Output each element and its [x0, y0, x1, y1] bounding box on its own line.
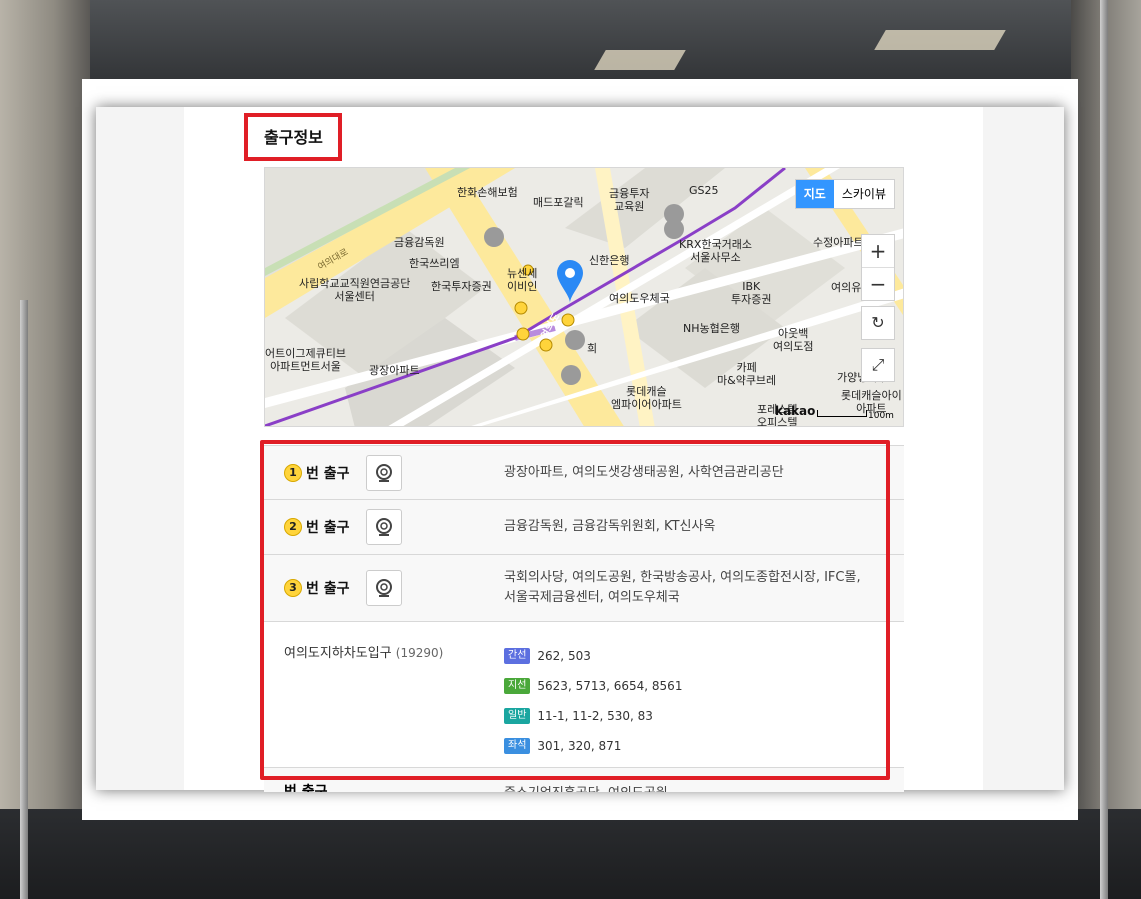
- handrail-pole: [1100, 0, 1108, 899]
- map-label: 아웃백 여의도점: [773, 327, 814, 353]
- map-label: 매드포갈릭: [533, 196, 584, 209]
- map-label: 사립학교교직원연금공단 서울센터: [299, 277, 411, 303]
- zoom-control: + −: [861, 234, 895, 301]
- map-label: 신한은행: [589, 254, 630, 267]
- station-map[interactable]: 한화손해보험 매드포갈릭 금융투자 교육원 GS25 금융감독원 한국쓰리엠 K…: [264, 167, 904, 427]
- map-label: 수정아파트: [813, 236, 864, 249]
- fullscreen-button[interactable]: ⤢: [861, 348, 895, 382]
- map-label: 카페 마&약쿠브레: [717, 361, 777, 387]
- map-label: KRX한국거래소 서울사무소: [679, 238, 752, 264]
- expand-icon: ⤢: [871, 355, 885, 374]
- map-label: 한화손해보험: [457, 186, 518, 199]
- map-label: 여의도우체국: [609, 292, 670, 305]
- map-label: 여의유: [831, 281, 862, 294]
- highlight-exits-box: [260, 440, 890, 780]
- exit-label: 번 출구: [284, 784, 328, 792]
- train-left-wall: [0, 0, 90, 899]
- skyview-button[interactable]: 스카이뷰: [834, 180, 894, 208]
- map-label: 한국쓰리엠: [409, 257, 460, 270]
- map-scale-label: 100m: [868, 411, 894, 421]
- map-view-button[interactable]: 지도: [795, 180, 834, 208]
- map-label: 금융감독원: [394, 236, 445, 249]
- map-label: NH농협은행: [683, 322, 740, 335]
- map-label: 광장아파트: [369, 364, 420, 377]
- map-label: IBK 투자증권: [731, 280, 772, 306]
- ceiling-light: [594, 50, 686, 70]
- map-scale-bar: [817, 410, 867, 417]
- content-card: 출구정보 한화손해보험 매드포갈릭 금융투자 교육원 GS25 금융감독원 한국…: [82, 79, 1078, 820]
- exit-places: 중소기업진흥공단, 여의도공원: [504, 782, 668, 792]
- refresh-button[interactable]: ↻: [861, 306, 895, 340]
- map-label: 금융투자 교육원: [609, 187, 650, 213]
- map-label: 한국투자증권: [431, 280, 492, 293]
- ceiling-light: [874, 30, 1006, 50]
- train-floor: [0, 809, 1141, 899]
- map-label: GS25: [689, 184, 719, 197]
- handrail-pole: [20, 300, 28, 899]
- zoom-out-button[interactable]: −: [862, 268, 894, 300]
- map-label: 어트이그제큐티브 아파트먼트서울: [265, 347, 346, 373]
- highlight-title-box: [244, 113, 342, 161]
- map-brand-logo: kakao: [775, 404, 816, 418]
- map-type-toggle[interactable]: 지도 스카이뷰: [794, 179, 895, 209]
- refresh-icon: ↻: [871, 313, 885, 332]
- map-label: 뉴센세 이비인: [507, 267, 538, 293]
- map-label: 롯데캐슬 엠파이어아파트: [611, 385, 682, 411]
- zoom-in-button[interactable]: +: [862, 235, 894, 268]
- map-label: 희: [587, 342, 598, 355]
